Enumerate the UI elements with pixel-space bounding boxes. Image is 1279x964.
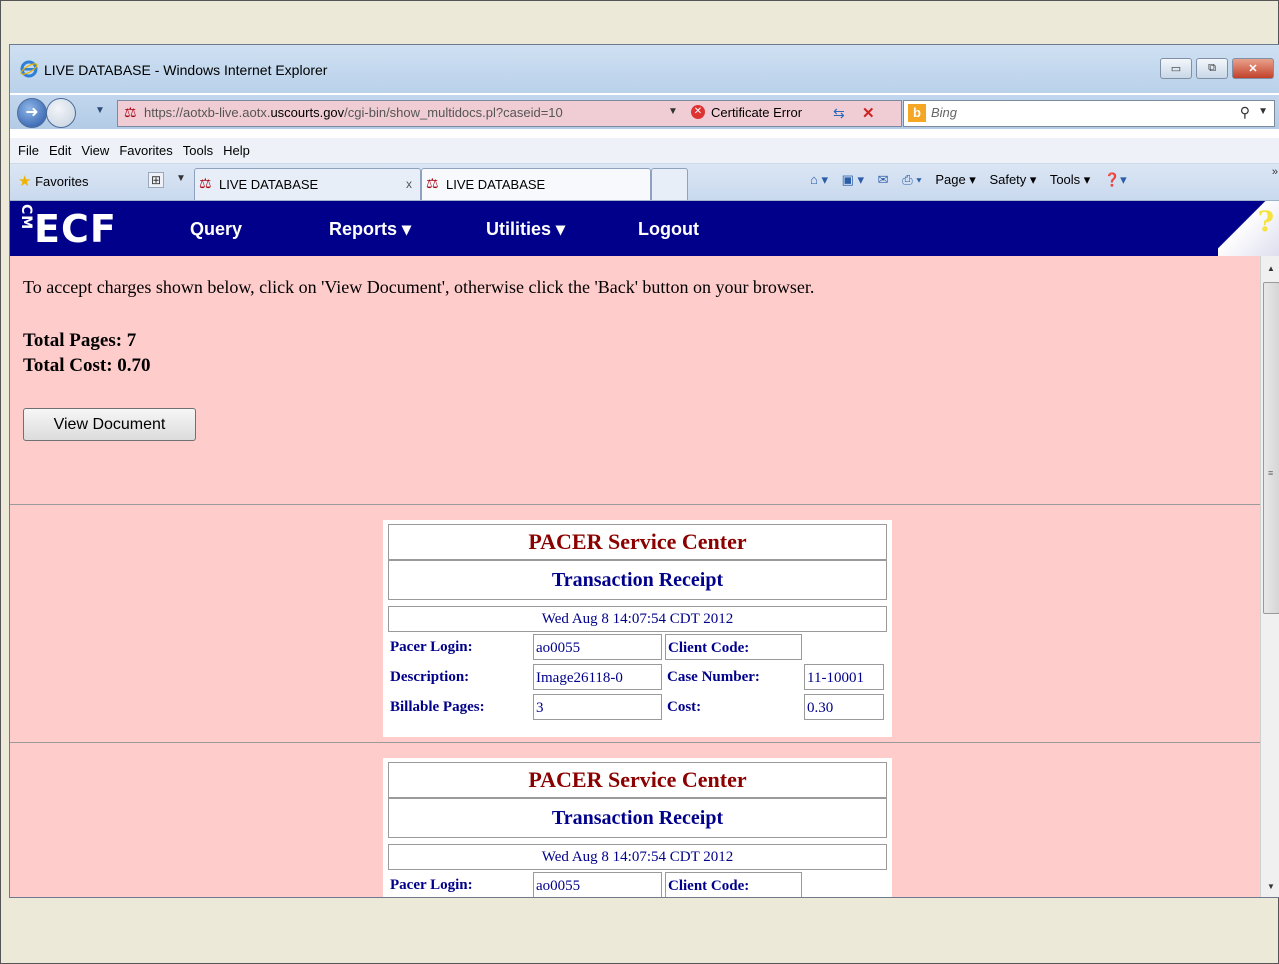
billable-pages-value: 3 bbox=[533, 694, 662, 720]
tab-bar: ★ Favorites ⊞ ▼ ⚖ LIVE DATABASE x ⚖ LIVE… bbox=[10, 164, 1279, 201]
favorites-label: Favorites bbox=[35, 174, 89, 189]
print-icon[interactable]: ⎙ ▾ bbox=[902, 172, 921, 187]
search-box[interactable]: b Bing ⚲ ▼ bbox=[903, 100, 1275, 127]
cost-label: Cost: bbox=[667, 699, 702, 715]
tools-menu[interactable]: Tools ▾ bbox=[1050, 172, 1091, 187]
window-title: LIVE DATABASE - Windows Internet Explore… bbox=[44, 62, 328, 78]
grip-icon: ≡ bbox=[1268, 468, 1274, 478]
client-code-label: Client Code: bbox=[665, 872, 802, 897]
address-toolbar: ➜ ▼ ⚖ https://aotxb-live.aotx.uscourts.g… bbox=[10, 95, 1279, 129]
mail-icon[interactable]: ✉ bbox=[878, 172, 889, 187]
feeds-icon[interactable]: ▣ ▾ bbox=[842, 172, 864, 187]
browser-window: LIVE DATABASE - Windows Internet Explore… bbox=[9, 44, 1279, 898]
receipt-datetime: Wed Aug 8 14:07:54 CDT 2012 bbox=[388, 844, 887, 870]
certificate-error-icon[interactable]: ✕ bbox=[691, 105, 705, 119]
description-value: Image26118-0 bbox=[533, 664, 662, 690]
minimize-button[interactable]: ▭ bbox=[1160, 58, 1192, 79]
menu-view[interactable]: View bbox=[76, 138, 114, 158]
view-document-button[interactable]: View Document bbox=[23, 408, 196, 441]
receipt-title: PACER Service Center bbox=[388, 762, 887, 798]
divider bbox=[10, 742, 1260, 743]
restore-button[interactable]: ⧉ bbox=[1196, 58, 1228, 79]
bing-logo-icon: b bbox=[908, 104, 926, 122]
menu-file[interactable]: File bbox=[10, 138, 44, 158]
scrollbar-thumb[interactable]: ≡ bbox=[1263, 282, 1279, 614]
pacer-login-value: ao0055 bbox=[533, 872, 662, 897]
stop-icon[interactable]: ✕ bbox=[862, 104, 875, 122]
receipt-datetime: Wed Aug 8 14:07:54 CDT 2012 bbox=[388, 606, 887, 632]
court-favicon-icon: ⚖ bbox=[199, 175, 212, 191]
command-bar: ⌂ ▾ ▣ ▾ ✉ ⎙ ▾ Page ▾ Safety ▾ Tools ▾ ❓▾ bbox=[810, 172, 1137, 188]
vertical-scrollbar[interactable]: ▲ ≡ ▼ bbox=[1260, 256, 1279, 897]
nav-reports[interactable]: Reports ▾ bbox=[329, 219, 411, 240]
tab-close-icon[interactable]: x bbox=[406, 177, 412, 191]
tab-list-dropdown-icon[interactable]: ▼ bbox=[176, 173, 186, 184]
menu-favorites[interactable]: Favorites bbox=[114, 138, 177, 158]
search-dropdown-icon[interactable]: ▼ bbox=[1258, 106, 1268, 117]
certificate-error-label[interactable]: Certificate Error bbox=[711, 105, 802, 120]
back-button[interactable]: ➜ bbox=[17, 98, 47, 128]
page-menu[interactable]: Page ▾ bbox=[935, 172, 976, 187]
address-bar[interactable]: ⚖ https://aotxb-live.aotx.uscourts.gov/c… bbox=[117, 100, 902, 127]
transaction-receipt: PACER Service Center Transaction Receipt… bbox=[383, 758, 892, 897]
page-content: To accept charges shown below, click on … bbox=[10, 256, 1260, 897]
receipt-subtitle: Transaction Receipt bbox=[388, 560, 887, 600]
menu-edit[interactable]: Edit bbox=[44, 138, 76, 158]
cost-value: 0.30 bbox=[804, 694, 884, 720]
total-pages: Total Pages: 7 bbox=[23, 330, 137, 351]
receipt-subtitle: Transaction Receipt bbox=[388, 798, 887, 838]
case-number-value: 11-10001 bbox=[804, 664, 884, 690]
menu-tools[interactable]: Tools bbox=[178, 138, 218, 158]
tab-live-database-2[interactable]: ⚖ LIVE DATABASE bbox=[421, 168, 651, 200]
instruction-text: To accept charges shown below, click on … bbox=[23, 277, 815, 297]
pacer-login-label: Pacer Login: bbox=[390, 639, 473, 655]
star-icon: ★ bbox=[18, 173, 32, 190]
title-bar: LIVE DATABASE - Windows Internet Explore… bbox=[10, 45, 1279, 93]
safety-menu[interactable]: Safety ▾ bbox=[989, 172, 1036, 187]
quick-tabs-icon[interactable]: ⊞ bbox=[148, 172, 165, 188]
search-icon[interactable]: ⚲ bbox=[1240, 104, 1250, 121]
pacer-login-value: ao0055 bbox=[533, 634, 662, 660]
back-arrow-icon: ➜ bbox=[25, 104, 39, 121]
scroll-up-icon[interactable]: ▲ bbox=[1267, 264, 1275, 273]
history-dropdown-icon[interactable]: ▼ bbox=[95, 105, 105, 116]
help-question-icon: ? bbox=[1257, 205, 1274, 238]
screenshot-frame: LIVE DATABASE - Windows Internet Explore… bbox=[0, 0, 1279, 964]
divider bbox=[10, 504, 1260, 505]
tab-label: LIVE DATABASE bbox=[219, 177, 319, 192]
nav-utilities[interactable]: Utilities ▾ bbox=[486, 219, 565, 240]
pacer-login-label: Pacer Login: bbox=[390, 877, 473, 893]
help-icon[interactable]: ❓▾ bbox=[1104, 172, 1127, 187]
transaction-receipt: PACER Service Center Transaction Receipt… bbox=[383, 520, 892, 737]
tab-label: LIVE DATABASE bbox=[446, 177, 546, 192]
nav-query[interactable]: Query bbox=[190, 219, 242, 240]
forward-button[interactable] bbox=[46, 98, 76, 128]
description-label: Description: bbox=[390, 669, 470, 685]
home-icon[interactable]: ⌂ ▾ bbox=[810, 172, 828, 187]
case-number-label: Case Number: bbox=[667, 669, 760, 685]
address-dropdown-icon[interactable]: ▼ bbox=[668, 106, 678, 117]
url-text[interactable]: https://aotxb-live.aotx.uscourts.gov/cgi… bbox=[144, 105, 563, 120]
refresh-icon[interactable]: ⇆ bbox=[833, 105, 845, 122]
close-window-button[interactable]: ✕ bbox=[1232, 58, 1274, 79]
menu-bar: File Edit View Favorites Tools Help bbox=[10, 138, 1279, 164]
court-favicon-icon: ⚖ bbox=[124, 104, 137, 120]
help-button[interactable]: ? bbox=[1218, 201, 1279, 256]
new-tab-button[interactable] bbox=[651, 168, 688, 200]
billable-pages-label: Billable Pages: bbox=[390, 699, 485, 715]
search-placeholder: Bing bbox=[931, 105, 958, 120]
cmecf-logo: CMECF bbox=[18, 203, 117, 251]
overflow-chevron-icon[interactable]: » bbox=[1272, 166, 1278, 178]
tab-live-database-1[interactable]: ⚖ LIVE DATABASE x bbox=[194, 168, 421, 200]
ie-logo-icon bbox=[20, 60, 38, 78]
client-code-label: Client Code: bbox=[665, 634, 802, 660]
receipt-title: PACER Service Center bbox=[388, 524, 887, 560]
scroll-down-icon[interactable]: ▼ bbox=[1267, 882, 1275, 891]
total-cost: Total Cost: 0.70 bbox=[23, 355, 151, 376]
menu-help[interactable]: Help bbox=[218, 138, 255, 158]
ecf-header: CMECF Query Reports ▾ Utilities ▾ Logout… bbox=[10, 201, 1279, 256]
court-favicon-icon: ⚖ bbox=[426, 175, 439, 191]
favorites-button[interactable]: ★ Favorites bbox=[18, 172, 89, 190]
nav-logout[interactable]: Logout bbox=[638, 219, 699, 240]
